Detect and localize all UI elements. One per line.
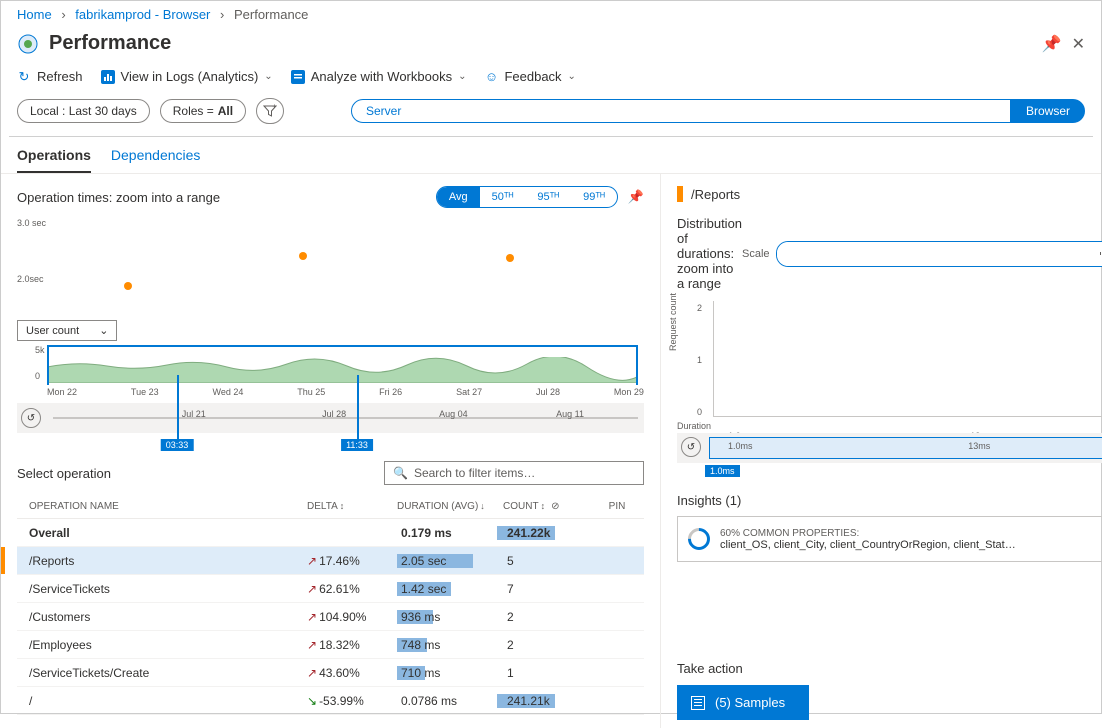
table-row[interactable]: / ↘-53.99% 0.0786 ms 241.21k [17, 687, 644, 715]
toggle-browser[interactable]: Browser [1011, 99, 1085, 123]
samples-button[interactable]: (5) Samples [677, 685, 809, 720]
table-row-overall[interactable]: Overall 0.179 ms 241.22k [17, 519, 644, 547]
toolbar: ↻ Refresh View in Logs (Analytics)⌄ Anal… [1, 65, 1101, 94]
op-times-chart[interactable]: 3.0 sec 2.0sec [17, 216, 644, 316]
col-operation-name[interactable]: OPERATION NAME [17, 501, 307, 512]
data-point [299, 252, 307, 260]
search-input[interactable]: 🔍 Search to filter items… [384, 461, 644, 485]
range-start-badge: 1.0ms [705, 465, 740, 477]
chevron-down-icon: ⌄ [99, 324, 108, 337]
table-row[interactable]: /ServiceTickets ↗62.61% 1.42 sec 7 [17, 575, 644, 603]
data-point [506, 254, 514, 262]
refresh-button[interactable]: ↻ Refresh [17, 69, 83, 84]
insights-title: Insights (1) [677, 493, 1102, 508]
ytick: 1 [697, 355, 702, 365]
col-delta[interactable]: DELTA↕ [307, 501, 397, 512]
select-operation-title: Select operation [17, 466, 384, 481]
refresh-icon: ↻ [17, 70, 31, 84]
selection-indicator [1, 547, 5, 574]
svg-text:+: + [272, 104, 277, 111]
duration-label: Duration [677, 421, 711, 431]
ytick: 0 [697, 407, 702, 417]
pin-chart-icon[interactable]: 📌 [628, 189, 644, 205]
ytick: 5k [35, 345, 45, 355]
percentile-50[interactable]: 50ᵀᴴ [480, 187, 526, 207]
op-times-title: Operation times: zoom into a range [17, 190, 436, 205]
list-icon [691, 696, 705, 710]
user-count-chart[interactable]: 5k 0 Mon 22Tue 23Wed 24Thu 25Fri 26Sat 2… [17, 345, 644, 395]
table-row[interactable]: /Employees ↗18.32% 748 ms 2 [17, 631, 644, 659]
distribution-chart[interactable]: Request count 2 1 0 Duration 1.0ms 13ms … [677, 301, 1102, 431]
timeline-marker[interactable] [357, 375, 359, 443]
time-range-filter[interactable]: Local : Last 30 days [17, 99, 150, 123]
detail-title: /Reports [691, 187, 740, 202]
table-row[interactable]: /Reports ↗17.46% 2.05 sec 5 [17, 547, 644, 575]
server-browser-toggle[interactable]: Server Browser [351, 99, 1085, 123]
donut-icon [683, 523, 714, 554]
timeline-badge: 03:33 [161, 439, 194, 451]
series-color-indicator [677, 186, 683, 202]
breadcrumb: Home › fabrikamprod - Browser › Performa… [1, 1, 1101, 28]
percentile-toggle[interactable]: Avg 50ᵀᴴ 95ᵀᴴ 99ᵀᴴ [436, 186, 618, 208]
performance-icon [17, 33, 39, 55]
add-filter-button[interactable]: + [256, 98, 284, 124]
tab-dependencies[interactable]: Dependencies [111, 147, 201, 173]
breadcrumb-home[interactable]: Home [17, 7, 52, 22]
analyze-workbooks-button[interactable]: Analyze with Workbooks⌄ [291, 69, 467, 84]
filter-icon: + [263, 104, 277, 118]
scale-label: Scale [742, 248, 770, 260]
table-row[interactable]: /ServiceTickets/Create ↗43.60% 710 ms 1 [17, 659, 644, 687]
distribution-timeline[interactable]: ↺ 1.0ms 13ms 75ms 240ms 580ms 1.5sec 1.0… [677, 433, 1102, 463]
data-point [124, 282, 132, 290]
toggle-server[interactable]: Server [351, 99, 1011, 123]
logs-icon [101, 70, 115, 84]
breadcrumb-mid[interactable]: fabrikamprod - Browser [75, 7, 210, 22]
feedback-icon: ☺ [484, 70, 498, 84]
ytick: 3.0 sec [17, 218, 46, 228]
percentile-95[interactable]: 95ᵀᴴ [525, 187, 571, 207]
col-pin: PIN [597, 501, 637, 512]
feedback-button[interactable]: ☺ Feedback⌄ [484, 69, 575, 84]
tab-operations[interactable]: Operations [17, 147, 91, 173]
y-axis-label: Request count [668, 293, 678, 351]
percentile-99[interactable]: 99ᵀᴴ [571, 187, 617, 207]
timeline-badge: 11:33 [341, 439, 373, 451]
col-duration[interactable]: DURATION (AVG)↓ [397, 501, 497, 512]
clock-icon[interactable]: ↺ [21, 408, 41, 428]
insights-card[interactable]: 60% COMMON PROPERTIES: client_OS, client… [677, 516, 1102, 562]
search-icon: 🔍 [393, 466, 408, 480]
distribution-title: Distribution of durations: zoom into a r… [677, 216, 742, 291]
take-action-title: Take action [677, 661, 743, 676]
ytick: 2.0sec [17, 274, 44, 284]
ytick: 0 [35, 371, 40, 381]
view-logs-button[interactable]: View in Logs (Analytics)⌄ [101, 69, 273, 84]
timeline-scrubber[interactable]: ↺ Jul 21 Jul 28 Aug 04 Aug 11 03:33 11:3… [17, 403, 644, 433]
col-count[interactable]: COUNT↕⊘ [497, 501, 597, 512]
workbook-icon [291, 70, 305, 84]
page-title: Performance [49, 32, 1032, 55]
clock-icon[interactable]: ↺ [681, 437, 701, 457]
percentile-avg[interactable]: Avg [437, 187, 480, 207]
pin-page-icon[interactable]: 📌 [1042, 34, 1062, 54]
scale-linear[interactable] [777, 242, 1102, 266]
operations-table: OPERATION NAME DELTA↕ DURATION (AVG)↓ CO… [17, 495, 644, 715]
user-count-select[interactable]: User count⌄ [17, 320, 117, 341]
x-axis-labels: Mon 22Tue 23Wed 24Thu 25Fri 26Sat 27Jul … [47, 387, 644, 397]
timeline-marker[interactable] [177, 375, 179, 443]
breadcrumb-current: Performance [234, 7, 308, 22]
roles-filter[interactable]: Roles = All [160, 99, 246, 123]
table-row[interactable]: /Customers ↗104.90% 936 ms 2 [17, 603, 644, 631]
ytick: 2 [697, 303, 702, 313]
close-icon[interactable]: ✕ [1072, 34, 1085, 54]
scale-toggle[interactable] [776, 241, 1102, 267]
